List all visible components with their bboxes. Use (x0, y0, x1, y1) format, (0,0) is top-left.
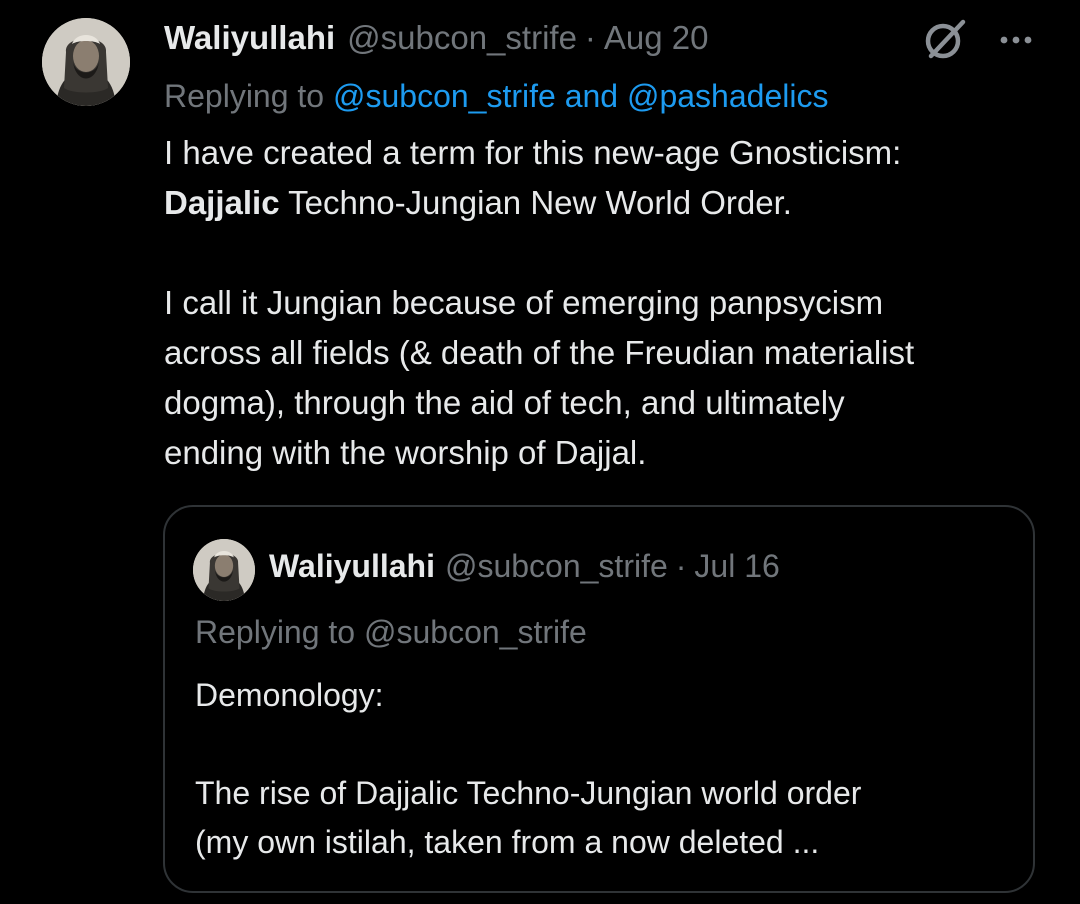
quoted-tweet[interactable]: Waliyullahi @subcon_strife · Jul 16 Repl… (163, 505, 1035, 893)
quoted-text: Demonology: The rise of Dajjalic Techno-… (195, 671, 1015, 867)
tweet-date[interactable]: Aug 20 (604, 14, 709, 62)
bold-term: Dajjalic (164, 184, 280, 221)
more-horizontal-icon[interactable] (996, 20, 1036, 60)
quoted-text-line: Demonology: (195, 677, 384, 713)
quoted-replying-to: Replying to @subcon_strife (195, 614, 587, 650)
quoted-text-line: The rise of Dajjalic Techno-Jungian worl… (195, 775, 862, 811)
quoted-author-handle[interactable]: @subcon_strife (445, 548, 668, 585)
tweet-text-line: I call it Jungian because of emerging pa… (164, 284, 884, 321)
avatar-photo-icon (193, 539, 255, 601)
separator-dot: · (675, 547, 687, 584)
tweet-text-line: ending with the worship of Dajjal. (164, 434, 647, 471)
separator-dot: · (584, 19, 596, 56)
avatar[interactable] (42, 18, 130, 106)
reply-and[interactable]: and (565, 78, 618, 114)
quoted-date[interactable]: Jul 16 (694, 548, 779, 585)
tweet-text-line: Dajjalic Techno-Jungian New World Order. (164, 178, 1044, 228)
avatar-photo-icon (42, 18, 130, 106)
grok-icon[interactable] (922, 18, 968, 62)
tweet-text-line: across all fields (& death of the Freudi… (164, 334, 915, 371)
tweet-text-line: dogma), through the aid of tech, and ult… (164, 384, 845, 421)
author-handle[interactable]: @subcon_strife (347, 14, 577, 62)
reply-mention-link-2[interactable]: @pashadelics (627, 78, 828, 114)
quoted-avatar[interactable] (193, 539, 255, 601)
quoted-text-line: (my own istilah, taken from a now delete… (195, 824, 820, 860)
tweet-text-fragment: Techno-Jungian New World Order. (279, 184, 792, 221)
replying-prefix: Replying to (164, 78, 325, 114)
author-name[interactable]: Waliyullahi (164, 14, 335, 62)
tweet[interactable]: Waliyullahi @subcon_strife · Aug 20 Repl… (0, 0, 1080, 904)
tweet-header: Waliyullahi @subcon_strife · Aug 20 (164, 14, 709, 62)
quoted-author-name[interactable]: Waliyullahi (269, 548, 435, 585)
replying-to: Replying to @subcon_strife and @pashadel… (164, 72, 828, 120)
tweet-text-line: I have created a term for this new-age G… (164, 134, 902, 171)
tweet-text: I have created a term for this new-age G… (164, 128, 1044, 478)
reply-mention-link[interactable]: @subcon_strife (333, 78, 556, 114)
quoted-header: Waliyullahi @subcon_strife · Jul 16 (269, 543, 780, 589)
